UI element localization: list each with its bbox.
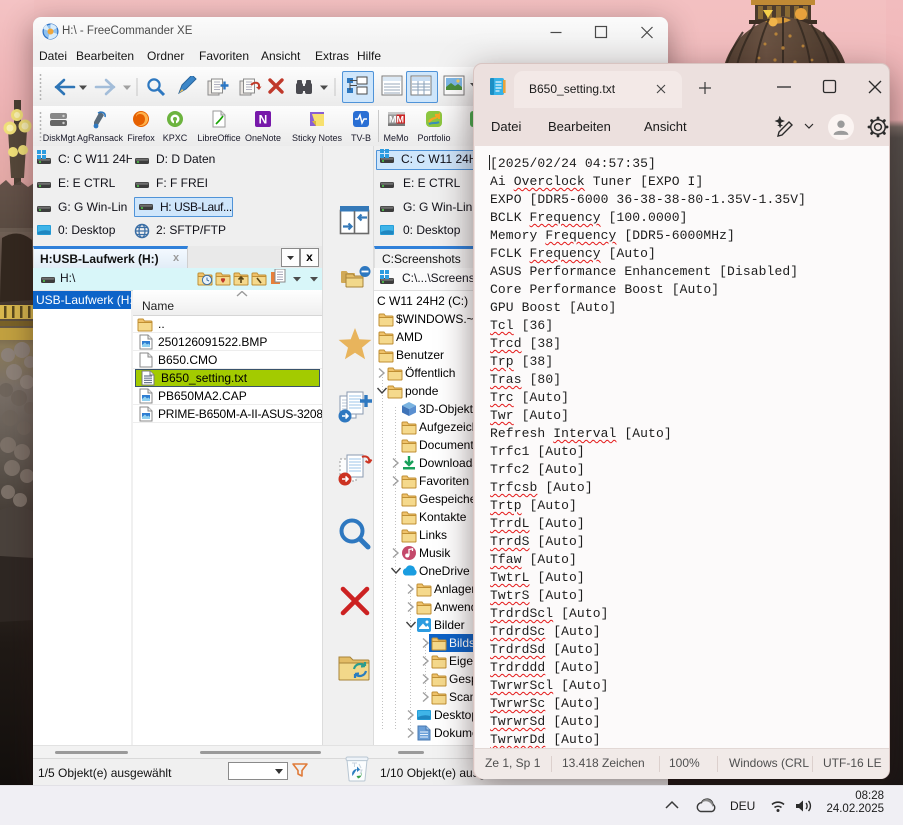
- svg-text:MM: MM: [389, 115, 404, 125]
- svg-text:N: N: [259, 113, 268, 127]
